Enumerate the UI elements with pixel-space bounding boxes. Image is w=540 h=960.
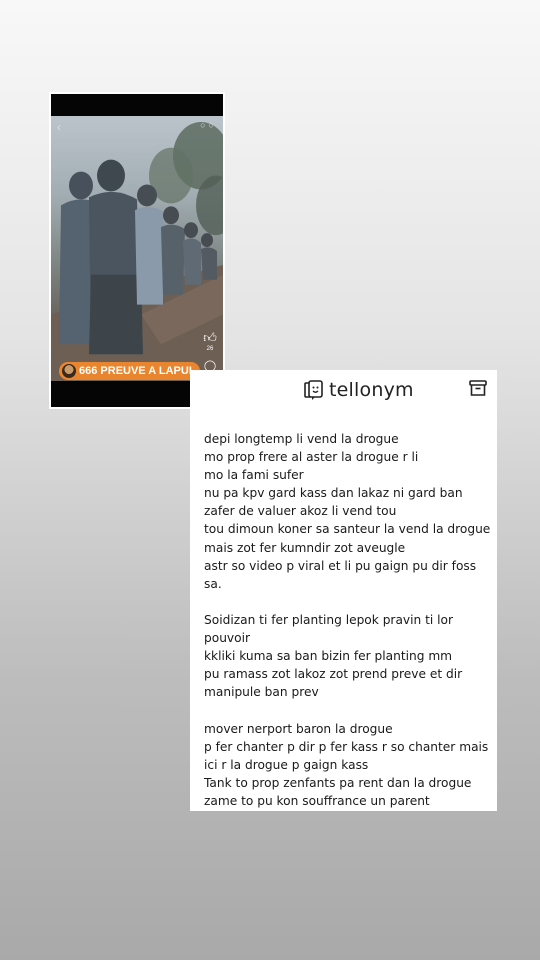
caption-avatar (62, 364, 76, 378)
message-line: tou dimoun koner sa santeur la vend la d… (204, 522, 491, 537)
message-line: Soidizan ti fer planting lepok pravin ti… (204, 612, 454, 627)
video-player[interactable]: ‹ ○○ 👍︎ 26 ◯ 9 666 PREUVE A LAPUI (51, 94, 223, 407)
tellonym-brand-text: tellonym (329, 379, 414, 401)
tell-message-text: depi longtemp li vend la drogue mo prop … (204, 430, 491, 810)
video-top-bar (51, 94, 223, 116)
message-line: sa. (204, 576, 222, 591)
tellonym-logo-icon (304, 380, 323, 400)
back-chevron-icon[interactable]: ‹ (57, 120, 61, 134)
like-button[interactable]: 👍︎ 26 (201, 330, 219, 353)
message-line: mover nerport baron la drogue (204, 721, 393, 736)
message-line: Tank to prop zenfants pa rent dan la dro… (204, 775, 472, 790)
message-line: pu ramass zot lakoz zot prend preve et d… (204, 667, 463, 682)
video-scene-image (51, 116, 223, 381)
video-caption-badge: 666 PREUVE A LAPUI (59, 362, 200, 380)
message-line: mais zot fer kumndir zot aveugle (204, 540, 406, 555)
message-line: zame to pu kon souffrance un parent (204, 793, 430, 808)
message-line: mo prop frere al aster la drogue r li (204, 450, 419, 465)
video-caption-text: 666 PREUVE A LAPUI (79, 365, 192, 377)
more-icon[interactable]: ○○ (200, 120, 217, 130)
message-line: p fer chanter p dir p fer kass r so chan… (204, 739, 489, 754)
message-line: depi longtemp li vend la drogue (204, 432, 399, 446)
video-frame (51, 116, 223, 381)
like-count: 26 (206, 346, 214, 352)
tellonym-header: tellonym (190, 370, 497, 410)
message-line (204, 593, 489, 611)
tellonym-logo: tellonym (304, 376, 414, 404)
message-line (204, 701, 489, 719)
message-line: astr so video p viral et li pu gaign pu … (204, 558, 477, 573)
message-line: zafer de valuer akoz li vend tou (204, 504, 397, 519)
message-line: ici r la drogue p gaign kass (204, 757, 369, 772)
tellonym-card: tellonym depi longtemp li vend la drogue… (190, 370, 497, 811)
like-icon: 👍︎ (203, 330, 217, 345)
message-line: mo la fami sufer (204, 468, 304, 483)
message-line: nu pa kpv gard kass dan lakaz ni gard ba… (204, 486, 463, 501)
video-thumbnail-card[interactable]: ‹ ○○ 👍︎ 26 ◯ 9 666 PREUVE A LAPUI (49, 92, 225, 409)
message-line: manipule ban prev (204, 685, 319, 700)
message-line: pouvoir (204, 631, 250, 646)
archive-icon[interactable] (468, 378, 488, 398)
message-line: kkliki kuma sa ban bizin fer planting mm (204, 649, 453, 664)
